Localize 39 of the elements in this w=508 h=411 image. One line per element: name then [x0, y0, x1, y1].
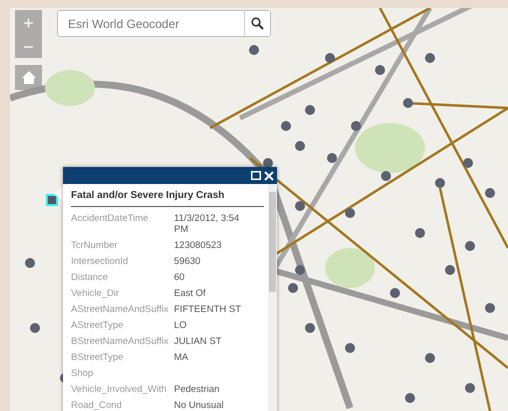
close-button[interactable]: [264, 170, 274, 180]
field-label: AStreetNameAndSuffix: [71, 304, 170, 315]
field-label: Vehicle_Involved_With: [71, 384, 168, 395]
field-value: No Unusual: [174, 400, 225, 411]
field-value: 59630: [174, 256, 202, 267]
field-label: Vehicle_Dir: [71, 288, 120, 299]
field-label: TcrNumber: [71, 240, 118, 251]
selected-point-marker[interactable]: [46, 194, 58, 206]
popup-title: Fatal and/or Severe Injury Crash: [71, 190, 264, 207]
maximize-button[interactable]: [251, 171, 261, 180]
field-value: FIFTEENTH ST: [174, 304, 242, 315]
zoom-in-button[interactable]: +: [15, 10, 42, 37]
field-label: Road_Cond: [71, 400, 123, 411]
zoom-out-button[interactable]: −: [15, 37, 42, 58]
home-icon: [20, 70, 36, 85]
field-value: 60: [174, 272, 186, 283]
field-label: IntersectionId: [71, 256, 130, 267]
field-label: AccidentDateTime: [71, 213, 150, 226]
search-input[interactable]: Esri World Geocoder: [58, 11, 244, 36]
field-label: BStreetType: [71, 352, 124, 363]
home-button[interactable]: [15, 65, 42, 90]
search-icon: [251, 17, 264, 30]
field-value: 11/3/2012, 3:54 PM: [174, 213, 240, 235]
field-value: JULIAN ST: [174, 336, 223, 347]
field-value: 123080523: [174, 240, 223, 251]
field-value: Pedestrian: [174, 384, 220, 395]
field-value: MA: [174, 352, 190, 363]
maximize-icon: [251, 171, 261, 180]
close-icon: [264, 170, 274, 180]
field-value: LO: [174, 320, 188, 331]
field-value: East Of: [174, 288, 207, 299]
field-label: BStreetNameAndSuffix: [71, 336, 170, 347]
scrollbar[interactable]: [268, 184, 277, 411]
scrollbar-thumb[interactable]: [269, 192, 276, 292]
field-label: Shop: [71, 368, 94, 379]
field-label: Distance: [71, 272, 109, 283]
search-button[interactable]: [244, 11, 270, 36]
search-field[interactable]: Esri World Geocoder: [57, 10, 271, 37]
field-label: AStreetType: [71, 320, 124, 331]
